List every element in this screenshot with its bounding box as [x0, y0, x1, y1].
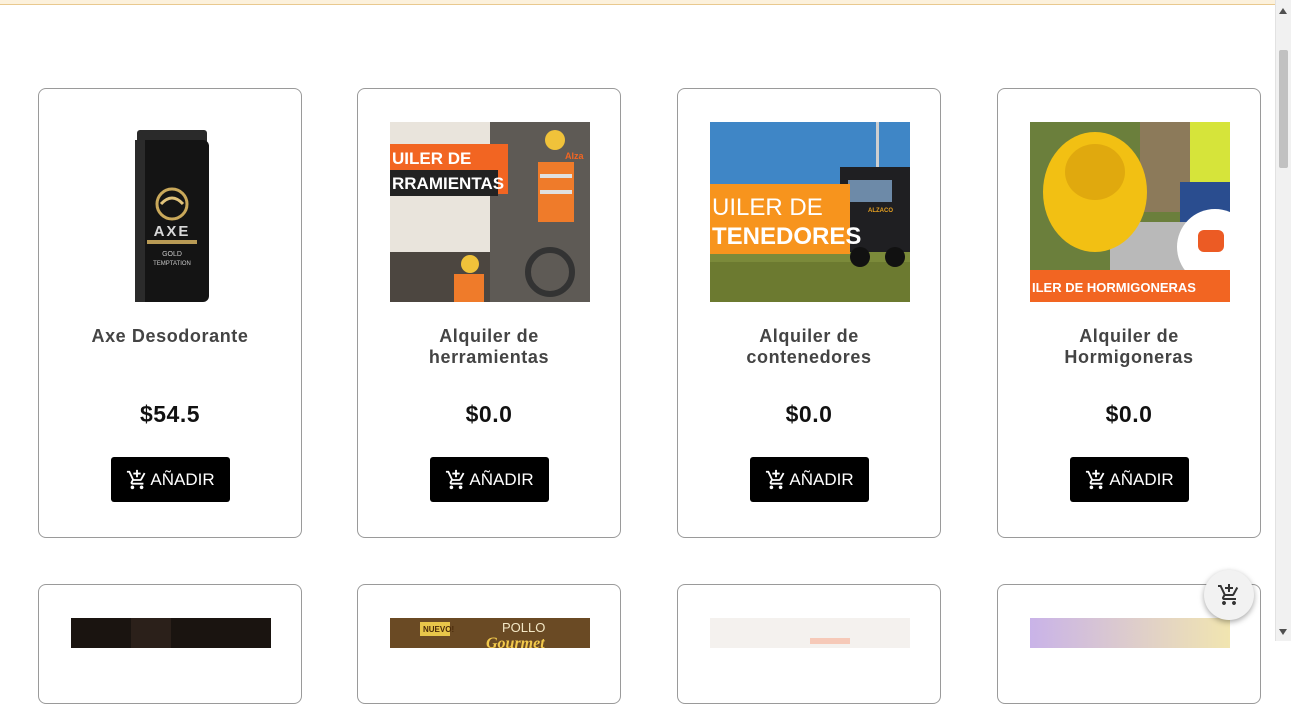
- add-to-cart-button[interactable]: AÑADIR: [430, 457, 549, 502]
- add-button-label: AÑADIR: [1109, 469, 1174, 489]
- product-title[interactable]: Alquiler de contenedores: [698, 326, 920, 368]
- add-cart-icon: [446, 469, 465, 489]
- product-card: UILER DE TENEDORES ALZACO Alquiler de co…: [677, 88, 941, 538]
- product-title[interactable]: Axe Desodorante: [59, 326, 281, 347]
- product-image-mixers[interactable]: ILER DE HORMIGONERAS: [1030, 122, 1230, 302]
- product-price: $0.0: [785, 401, 833, 427]
- svg-text:Gourmet: Gourmet: [486, 635, 545, 648]
- product-image-gradient[interactable]: [1030, 618, 1230, 648]
- add-button-label: AÑADIR: [789, 469, 854, 489]
- product-price: $0.0: [465, 401, 513, 427]
- product-card: ILER DE HORMIGONERAS Alquiler de Hormigo…: [997, 88, 1261, 538]
- product-image-tools[interactable]: UILER DE RRAMIENTAS Alza: [390, 122, 590, 302]
- add-to-cart-button[interactable]: AÑADIR: [1070, 457, 1189, 502]
- svg-text:ILER DE HORMIGONERAS: ILER DE HORMIGONERAS: [1032, 280, 1196, 295]
- svg-text:NUEVO!: NUEVO!: [423, 625, 454, 634]
- scroll-down-arrow-icon[interactable]: [1279, 629, 1287, 635]
- svg-text:AXE: AXE: [154, 223, 191, 240]
- scroll-up-arrow-icon[interactable]: [1279, 8, 1287, 14]
- svg-text:RRAMIENTAS: RRAMIENTAS: [392, 174, 504, 193]
- svg-text:TEMPTATION: TEMPTATION: [153, 261, 191, 267]
- top-notification-strip: [0, 0, 1276, 5]
- add-cart-icon: [1086, 469, 1105, 489]
- add-button-label: AÑADIR: [469, 469, 534, 489]
- add-cart-icon: [1218, 584, 1239, 605]
- svg-text:GOLD: GOLD: [162, 251, 182, 258]
- add-to-cart-button[interactable]: AÑADIR: [750, 457, 869, 502]
- product-image-light[interactable]: [710, 618, 910, 648]
- scrollbar-thumb[interactable]: [1279, 50, 1288, 168]
- add-to-cart-button[interactable]: AÑADIR: [111, 457, 230, 502]
- svg-text:POLLO: POLLO: [502, 620, 545, 635]
- add-cart-icon: [766, 469, 785, 489]
- product-card: NUEVO! POLLO Gourmet: [357, 584, 621, 704]
- product-price: $0.0: [1105, 401, 1153, 427]
- product-price: $54.5: [139, 401, 201, 427]
- vertical-scrollbar[interactable]: [1275, 0, 1291, 641]
- add-button-label: AÑADIR: [150, 469, 215, 489]
- product-card: [677, 584, 941, 704]
- product-image-axe[interactable]: AXE GOLD TEMPTATION: [71, 122, 271, 302]
- add-cart-icon: [127, 469, 146, 489]
- product-image-pollo[interactable]: NUEVO! POLLO Gourmet: [390, 618, 590, 648]
- product-card: AXE GOLD TEMPTATION Axe Desodorante $54.…: [38, 88, 302, 538]
- product-image-dark[interactable]: [71, 618, 271, 648]
- product-title[interactable]: Alquiler de Hormigoneras: [1018, 326, 1240, 368]
- floating-cart-button[interactable]: [1204, 570, 1254, 620]
- product-title[interactable]: Alquiler de herramientas: [378, 326, 600, 368]
- svg-text:TENEDORES: TENEDORES: [712, 223, 861, 250]
- svg-text:ALZACO: ALZACO: [868, 208, 893, 214]
- product-image-containers[interactable]: UILER DE TENEDORES ALZACO: [710, 122, 910, 302]
- svg-text:Alza: Alza: [565, 151, 585, 161]
- product-card: UILER DE RRAMIENTAS Alza Alquiler de her…: [357, 88, 621, 538]
- product-card: [38, 584, 302, 704]
- svg-text:UILER DE: UILER DE: [392, 149, 471, 168]
- svg-text:UILER DE: UILER DE: [712, 194, 823, 221]
